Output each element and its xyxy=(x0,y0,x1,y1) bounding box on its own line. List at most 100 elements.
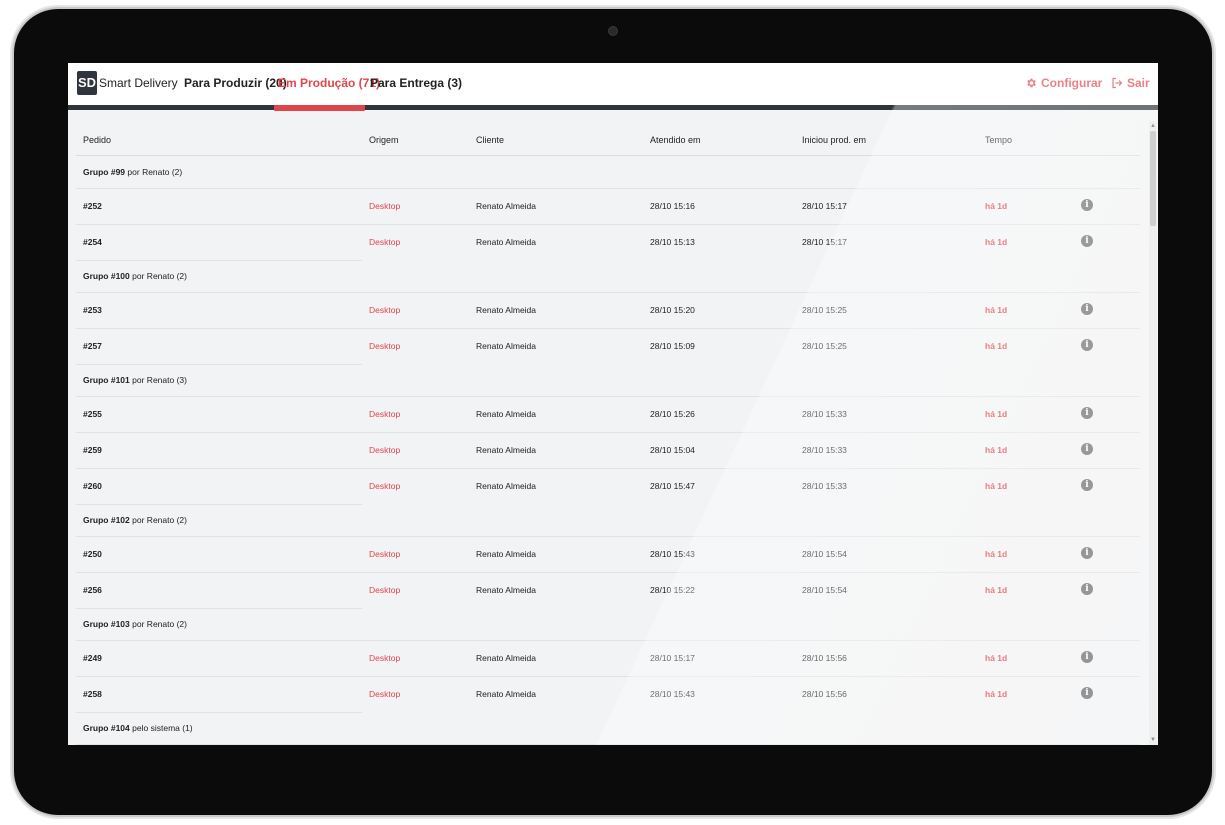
group-by: por Renato (2) xyxy=(127,167,183,177)
order-time: há 1d xyxy=(985,481,1008,491)
exit-label: Sair xyxy=(1127,76,1150,90)
info-icon[interactable]: i xyxy=(1081,303,1093,315)
info-icon[interactable]: i xyxy=(1081,443,1093,455)
app-screen: SD Smart Delivery Para Produzir (20) Em … xyxy=(68,63,1158,745)
group-row: Grupo #103 por Renato (2) xyxy=(76,608,1140,641)
group-id: Grupo #102 xyxy=(83,515,130,525)
group-row: Grupo #100 por Renato (2) xyxy=(76,260,1140,293)
order-attended: 28/10 15:43 xyxy=(650,549,695,559)
order-origin[interactable]: Desktop xyxy=(369,653,400,663)
scroll-down-icon[interactable]: ▼ xyxy=(1150,737,1156,743)
group-by: por Renato (2) xyxy=(132,515,187,525)
order-origin[interactable]: Desktop xyxy=(369,689,400,699)
vertical-scrollbar[interactable]: ▲ ▼ xyxy=(1149,121,1157,745)
order-client: Renato Almeida xyxy=(476,201,537,211)
info-icon[interactable]: i xyxy=(1081,687,1093,699)
info-icon[interactable]: i xyxy=(1081,339,1093,351)
tablet-frame: SD Smart Delivery Para Produzir (20) Em … xyxy=(14,9,1212,815)
configure-label: Configurar xyxy=(1041,76,1103,90)
order-client: Renato Almeida xyxy=(476,549,537,559)
order-origin[interactable]: Desktop xyxy=(369,585,400,595)
table-row[interactable]: #254 Desktop Renato Almeida 28/10 15:13 … xyxy=(76,225,1140,261)
info-icon[interactable]: i xyxy=(1081,651,1093,663)
exit-icon xyxy=(1112,77,1123,89)
order-time: há 1d xyxy=(985,653,1008,663)
orders-table: Pedido Origem Cliente Atendido em Inicio… xyxy=(76,125,1140,745)
order-id: #252 xyxy=(83,201,102,211)
tab-para-produzir[interactable]: Para Produzir (20) xyxy=(184,76,287,90)
info-icon[interactable]: i xyxy=(1081,547,1093,559)
order-attended: 28/10 15:47 xyxy=(650,481,695,491)
tab-para-entrega[interactable]: Para Entrega (3) xyxy=(370,76,462,90)
scroll-up-icon[interactable]: ▲ xyxy=(1150,123,1156,129)
order-id: #257 xyxy=(83,341,102,351)
table-row[interactable]: #257 Desktop Renato Almeida 28/10 15:09 … xyxy=(76,329,1140,365)
order-attended: 28/10 15:17 xyxy=(650,653,695,663)
order-client: Renato Almeida xyxy=(476,653,537,663)
order-origin[interactable]: Desktop xyxy=(369,341,400,351)
order-client: Renato Almeida xyxy=(476,305,537,315)
order-attended: 28/10 15:16 xyxy=(650,201,695,211)
order-origin[interactable]: Desktop xyxy=(369,445,400,455)
table-row[interactable]: #250 Desktop Renato Almeida 28/10 15:43 … xyxy=(76,537,1140,573)
info-icon[interactable]: i xyxy=(1081,199,1093,211)
group-id: Grupo #101 xyxy=(83,375,130,385)
group-by: por Renato (3) xyxy=(132,375,187,385)
order-origin[interactable]: Desktop xyxy=(369,409,400,419)
group-by: pelo sistema (1) xyxy=(132,723,193,733)
order-attended: 28/10 15:26 xyxy=(650,409,695,419)
order-origin[interactable]: Desktop xyxy=(369,201,400,211)
group-by: por Renato (2) xyxy=(132,271,187,281)
info-icon[interactable]: i xyxy=(1081,235,1093,247)
order-attended: 28/10 15:04 xyxy=(650,445,695,455)
exit-button[interactable]: Sair xyxy=(1111,76,1150,90)
order-origin[interactable]: Desktop xyxy=(369,305,400,315)
order-id: #255 xyxy=(83,409,102,419)
order-time: há 1d xyxy=(985,585,1008,595)
order-time: há 1d xyxy=(985,201,1008,211)
group-row: Grupo #102 por Renato (2) xyxy=(76,504,1140,537)
order-client: Renato Almeida xyxy=(476,237,537,247)
table-row[interactable]: #253 Desktop Renato Almeida 28/10 15:20 … xyxy=(76,293,1140,329)
app-name: Smart Delivery xyxy=(99,76,178,90)
table-row[interactable]: #249 Desktop Renato Almeida 28/10 15:17 … xyxy=(76,641,1140,677)
order-id: #259 xyxy=(83,445,102,455)
info-icon[interactable]: i xyxy=(1081,407,1093,419)
order-started: 28/10 15:54 xyxy=(802,549,847,559)
order-started: 28/10 15:54 xyxy=(802,585,847,595)
table-row[interactable]: #252 Desktop Renato Almeida 28/10 15:16 … xyxy=(76,189,1140,225)
table-row[interactable]: #258 Desktop Renato Almeida 28/10 15:43 … xyxy=(76,677,1140,713)
info-icon[interactable]: i xyxy=(1081,583,1093,595)
col-pedido: Pedido xyxy=(83,135,112,145)
table-row[interactable]: #256 Desktop Renato Almeida 28/10 15:22 … xyxy=(76,573,1140,609)
order-started: 28/10 15:17 xyxy=(802,201,847,211)
group-row: Grupo #99 por Renato (2) xyxy=(76,156,1140,189)
order-origin[interactable]: Desktop xyxy=(369,481,400,491)
table-row[interactable]: #259 Desktop Renato Almeida 28/10 15:04 … xyxy=(76,433,1140,469)
table-row[interactable]: #260 Desktop Renato Almeida 28/10 15:47 … xyxy=(76,469,1140,505)
tab-em-producao[interactable]: Em Produção (71) xyxy=(278,76,380,90)
order-id: #258 xyxy=(83,689,102,699)
col-iniciou: Iniciou prod. em xyxy=(802,135,867,145)
order-time: há 1d xyxy=(985,409,1008,419)
order-client: Renato Almeida xyxy=(476,341,537,351)
scroll-thumb[interactable] xyxy=(1150,131,1156,226)
order-started: 28/10 15:33 xyxy=(802,409,847,419)
order-started: 28/10 15:56 xyxy=(802,689,847,699)
order-origin[interactable]: Desktop xyxy=(369,237,400,247)
order-started: 28/10 15:17 xyxy=(802,237,847,247)
active-tab-indicator xyxy=(274,105,365,111)
group-id: Grupo #103 xyxy=(83,619,130,629)
order-client: Renato Almeida xyxy=(476,445,537,455)
group-id: Grupo #99 xyxy=(83,167,126,177)
order-attended: 28/10 15:22 xyxy=(650,585,695,595)
order-origin[interactable]: Desktop xyxy=(369,549,400,559)
col-cliente: Cliente xyxy=(476,135,505,145)
group-row: Grupo #104 pelo sistema (1) xyxy=(76,712,1140,745)
order-started: 28/10 15:33 xyxy=(802,445,847,455)
configure-button[interactable]: Configurar xyxy=(1025,76,1102,90)
order-client: Renato Almeida xyxy=(476,481,537,491)
order-client: Renato Almeida xyxy=(476,689,537,699)
info-icon[interactable]: i xyxy=(1081,479,1093,491)
table-row[interactable]: #255 Desktop Renato Almeida 28/10 15:26 … xyxy=(76,397,1140,433)
